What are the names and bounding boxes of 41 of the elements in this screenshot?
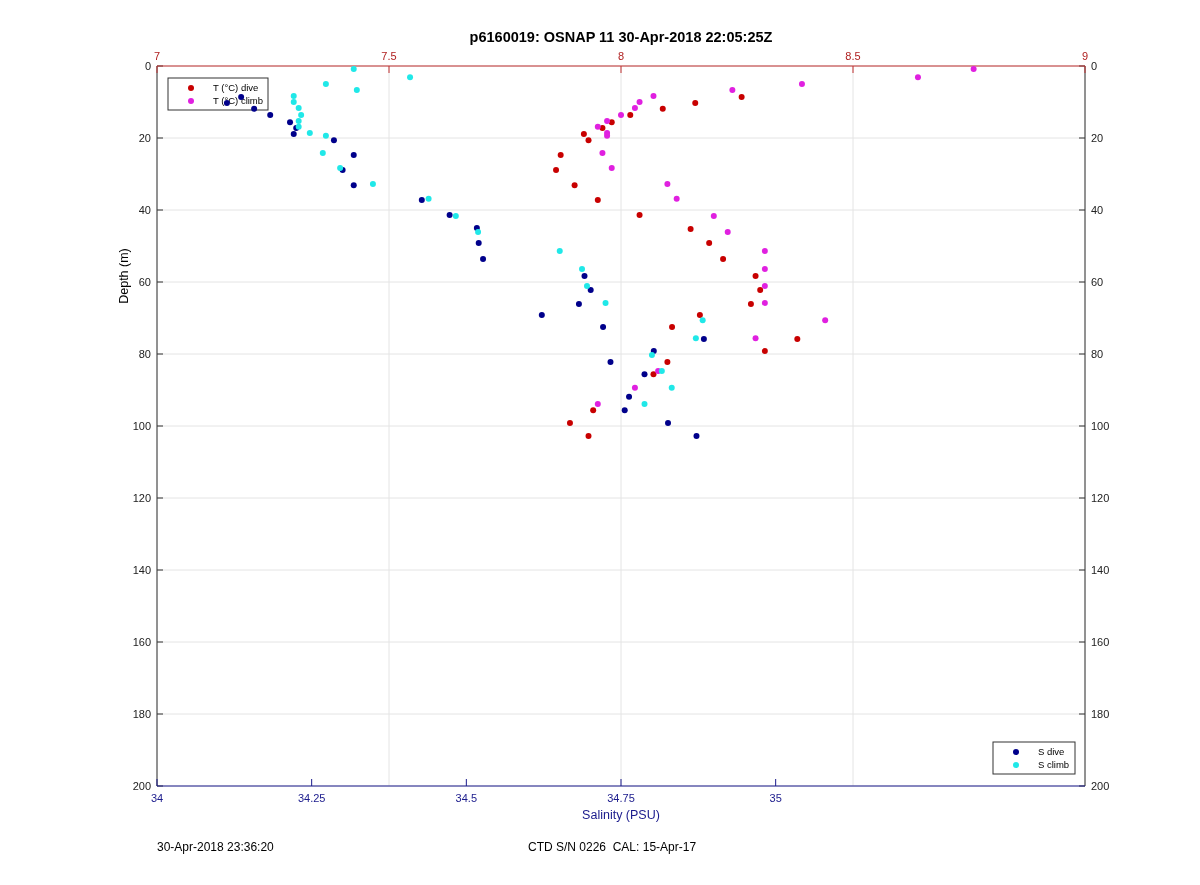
tick-label: 100 xyxy=(1091,420,1110,432)
tick-label: 40 xyxy=(1091,204,1104,216)
tick-label: 60 xyxy=(1091,276,1104,288)
legend-label: T (°C) climb xyxy=(213,95,264,106)
tick-label: 100 xyxy=(132,420,151,432)
tick-label: 140 xyxy=(1091,564,1110,576)
tick-label: 34.25 xyxy=(297,792,326,804)
tick-label: 180 xyxy=(132,708,151,720)
footer-text: 30-Apr-2018 23:36:20 xyxy=(157,840,275,854)
tick-label: 120 xyxy=(132,492,151,504)
chart-title: p6160019: OSNAP 11 30-Apr-2018 22:05:25Z xyxy=(469,29,773,45)
tick-label: 34.5 xyxy=(455,792,478,804)
tick-label: 9 xyxy=(1081,50,1089,62)
footer-text: CTD S/N 0226 CAL: 15-Apr-17 xyxy=(528,840,698,854)
legend-label: S climb xyxy=(1038,759,1070,770)
legend-label: T (°C) dive xyxy=(213,82,259,93)
tick-label: 34.75 xyxy=(607,792,635,804)
tick-label: 40 xyxy=(138,204,151,216)
tick-label: 200 xyxy=(132,780,151,792)
tick-label: 80 xyxy=(138,348,151,360)
tick-label: 7.5 xyxy=(381,50,397,62)
tick-label: 8 xyxy=(617,50,625,62)
tick-label: 160 xyxy=(132,636,151,648)
tick-label: 7 xyxy=(153,50,161,62)
tick-label: 35 xyxy=(769,792,782,804)
x-axis-label: Salinity (PSU) xyxy=(582,808,660,822)
tick-label: 8.5 xyxy=(845,50,861,62)
tick-label: 34 xyxy=(150,792,164,804)
legend-label: S dive xyxy=(1038,746,1065,757)
tick-label: 20 xyxy=(138,132,151,144)
tick-label: 60 xyxy=(138,276,151,288)
tick-label: 80 xyxy=(1091,348,1104,360)
tick-label: 0 xyxy=(144,60,151,72)
tick-label: 200 xyxy=(1091,780,1110,792)
tick-label: 20 xyxy=(1091,132,1104,144)
tick-label: 180 xyxy=(1091,708,1110,720)
tick-label: 120 xyxy=(1091,492,1110,504)
y-axis-label: Depth (m) xyxy=(117,248,131,304)
tick-label: 160 xyxy=(1091,636,1110,648)
tick-label: 0 xyxy=(1091,60,1098,72)
tick-label: 140 xyxy=(132,564,151,576)
